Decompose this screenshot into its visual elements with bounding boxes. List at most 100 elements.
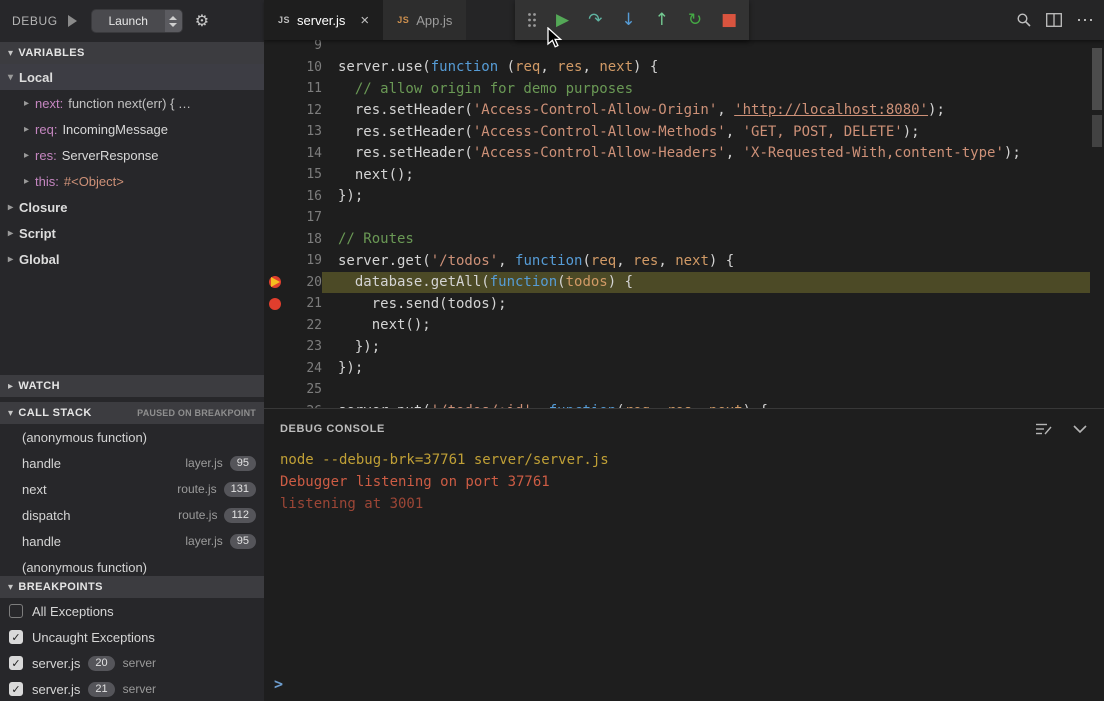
stack-frame-row[interactable]: dispatchroute.js112 — [0, 502, 264, 528]
scope-row[interactable]: ▸Global — [0, 246, 264, 272]
glyph-margin[interactable] — [264, 186, 286, 208]
editor-scrollbar[interactable] — [1090, 40, 1104, 408]
glyph-margin[interactable] — [264, 100, 286, 122]
step-into-button[interactable]: ↓ — [621, 12, 635, 29]
breakpoint-checkbox[interactable]: ✓ — [9, 604, 23, 618]
clear-console-icon[interactable] — [1035, 421, 1052, 437]
toolbar-buttons: ▶ ↷ ↓ ↑ ↻ ■ — [556, 12, 737, 29]
code-text — [322, 379, 1090, 401]
code-token: req — [591, 253, 616, 269]
variable-row[interactable]: ▸req:IncomingMessage — [0, 116, 264, 142]
frame-name: next — [22, 482, 177, 497]
code-text: server.use(function (req, res, next) { — [322, 57, 1090, 79]
console-input-row[interactable]: > — [270, 673, 1093, 695]
scope-row[interactable]: ▾Local — [0, 64, 264, 90]
debug-controls-bar: DEBUG Launch ⚙ — [0, 0, 264, 42]
variable-row[interactable]: ▸this:#<Object> — [0, 168, 264, 194]
glyph-margin[interactable] — [264, 358, 286, 380]
variable-name: next: — [35, 96, 63, 111]
glyph-margin[interactable] — [264, 272, 286, 294]
code-token: next(); — [338, 167, 414, 183]
breakpoint-checkbox[interactable]: ✓ — [9, 682, 23, 696]
stack-frame-row[interactable]: (anonymous function) — [0, 554, 264, 576]
glyph-margin[interactable] — [264, 336, 286, 358]
breakpoint-row[interactable]: ✓server.js20server — [0, 650, 264, 676]
glyph-margin[interactable] — [264, 57, 286, 79]
code-token: , — [658, 253, 675, 269]
chevron-down-icon[interactable] — [1072, 423, 1088, 435]
stack-frame-row[interactable]: handlelayer.js95 — [0, 450, 264, 476]
gear-icon[interactable]: ⚙ — [195, 11, 209, 31]
chevron-right-icon: ▸ — [24, 176, 29, 187]
search-icon[interactable] — [1016, 12, 1032, 28]
glyph-margin[interactable] — [264, 379, 286, 401]
code-token: next(); — [338, 317, 431, 333]
code-token: 'Access-Control-Allow-Headers' — [473, 145, 726, 161]
frame-file: route.js — [178, 508, 217, 522]
breakpoint-line-badge: 20 — [88, 656, 114, 671]
step-over-button[interactable]: ↷ — [588, 12, 602, 29]
glyph-margin[interactable] — [264, 143, 286, 165]
code-token: , — [726, 145, 743, 161]
frame-line-badge: 95 — [230, 534, 256, 549]
tab-app-js[interactable]: JSApp.js — [383, 0, 467, 40]
debug-sidebar: DEBUG Launch ⚙ ▾ VARIABLES ▾Local▸next:f… — [0, 0, 264, 701]
breakpoint-checkbox[interactable]: ✓ — [9, 630, 23, 644]
more-actions-icon[interactable]: ⋯ — [1076, 15, 1094, 25]
breakpoints-section-header[interactable]: ▾ BREAKPOINTS — [0, 576, 264, 598]
tab-server-js[interactable]: JSserver.js× — [264, 0, 383, 40]
code-text: server.put('/todos/:id', function(req, r… — [322, 401, 1090, 409]
chevron-down-icon: ▾ — [8, 48, 13, 59]
code-token: res.setHeader( — [338, 102, 473, 118]
glyph-margin[interactable] — [264, 207, 286, 229]
breakpoint-checkbox[interactable]: ✓ — [9, 656, 23, 670]
stack-frame-row[interactable]: (anonymous function) — [0, 424, 264, 450]
scrollbar-thumb[interactable] — [1092, 48, 1102, 110]
stop-button[interactable]: ■ — [721, 12, 737, 29]
stack-frame-row[interactable]: handlelayer.js95 — [0, 528, 264, 554]
variable-name: req: — [35, 122, 57, 137]
continue-button[interactable]: ▶ — [556, 12, 569, 29]
start-debug-icon[interactable] — [68, 15, 77, 27]
variable-row[interactable]: ▸next:function next(err) { … — [0, 90, 264, 116]
breakpoint-row[interactable]: ✓Uncaught Exceptions — [0, 624, 264, 650]
callstack-section-header[interactable]: ▾ CALL STACK PAUSED ON BREAKPOINT — [0, 402, 264, 424]
glyph-margin[interactable] — [264, 78, 286, 100]
code-token: }); — [338, 360, 363, 376]
code-line: 23 }); — [264, 336, 1090, 358]
watch-section-header[interactable]: ▸ WATCH — [0, 375, 264, 397]
glyph-margin[interactable] — [264, 40, 286, 57]
step-out-button[interactable]: ↑ — [655, 12, 669, 29]
frame-line-badge: 131 — [224, 482, 256, 497]
code-token: , — [726, 124, 743, 140]
breakpoint-row[interactable]: ✓server.js21server — [0, 676, 264, 701]
launch-config-dropdown[interactable]: Launch — [91, 9, 183, 33]
breakpoint-row[interactable]: ✓All Exceptions — [0, 598, 264, 624]
code-token: function — [490, 274, 557, 290]
breakpoint-label: server.js — [32, 656, 80, 671]
close-icon[interactable]: × — [360, 12, 369, 29]
glyph-margin[interactable] — [264, 121, 286, 143]
glyph-margin[interactable] — [264, 293, 286, 315]
variable-row[interactable]: ▸res:ServerResponse — [0, 142, 264, 168]
glyph-margin[interactable] — [264, 229, 286, 251]
split-editor-icon[interactable] — [1046, 13, 1062, 27]
line-number: 14 — [286, 146, 322, 161]
scope-row[interactable]: ▸Script — [0, 220, 264, 246]
code-line: 21 res.send(todos); — [264, 293, 1090, 315]
debug-view-title: DEBUG — [12, 14, 58, 28]
glyph-margin[interactable] — [264, 250, 286, 272]
code-line: 18// Routes — [264, 229, 1090, 251]
drag-handle-icon[interactable] — [527, 12, 537, 28]
glyph-margin[interactable] — [264, 315, 286, 337]
code-editor[interactable]: 910server.use(function (req, res, next) … — [264, 40, 1104, 408]
glyph-margin[interactable] — [264, 401, 286, 409]
restart-button[interactable]: ↻ — [688, 12, 702, 29]
scope-row[interactable]: ▸Closure — [0, 194, 264, 220]
debug-console-header: DEBUG CONSOLE — [264, 409, 1104, 449]
stack-frame-row[interactable]: nextroute.js131 — [0, 476, 264, 502]
frame-name: handle — [22, 534, 185, 549]
variables-section-header[interactable]: ▾ VARIABLES — [0, 42, 264, 64]
glyph-margin[interactable] — [264, 164, 286, 186]
code-token: 'http://localhost:8080' — [734, 102, 928, 118]
